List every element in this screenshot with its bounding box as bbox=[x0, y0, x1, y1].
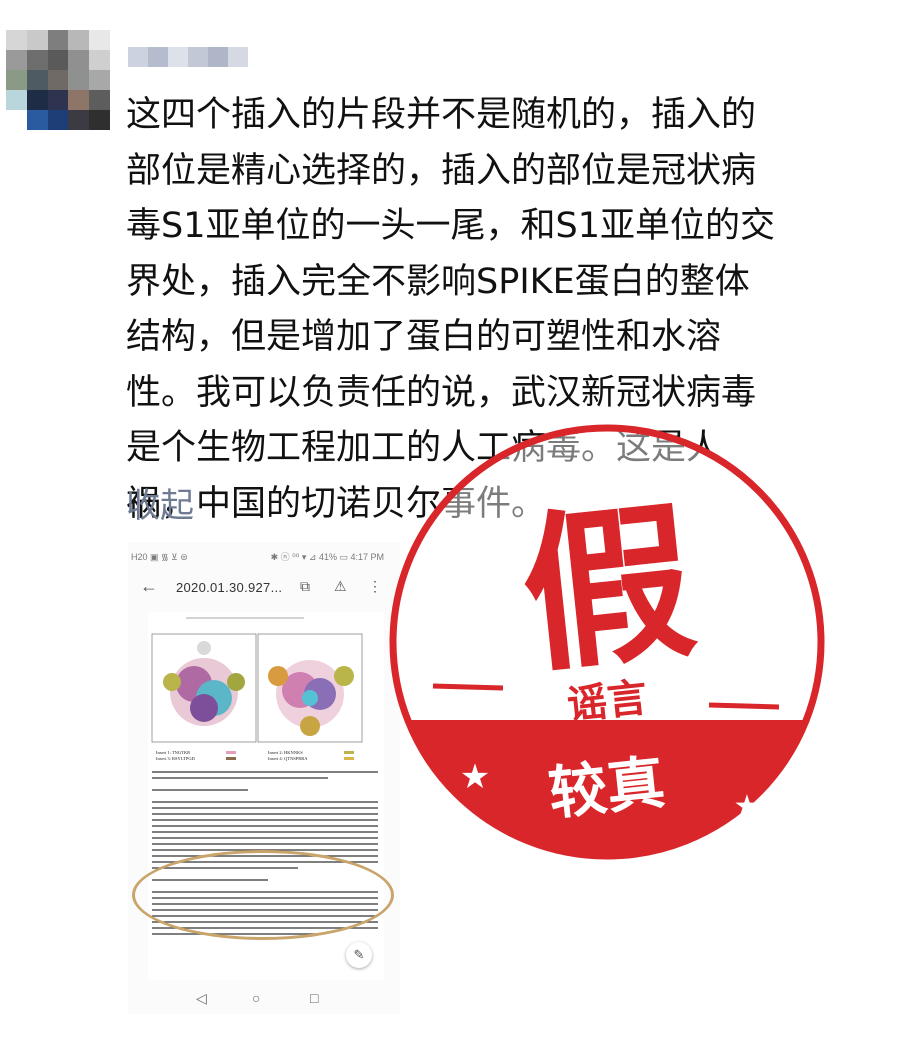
stamp-big-char: 假 bbox=[513, 483, 703, 698]
nav-back-icon[interactable]: ◁ bbox=[196, 990, 207, 1007]
star-right-icon: ★ bbox=[734, 789, 761, 824]
warning-icon[interactable]: ⚠ bbox=[334, 578, 347, 595]
star-left-icon: ★ bbox=[460, 757, 490, 797]
figure-caption: Insert 4: QTNSPRRA bbox=[268, 756, 308, 761]
stamp-label: 谣言 bbox=[565, 675, 649, 729]
post-line: 毒S1亚单位的一头一尾，和S1亚单位的交 bbox=[126, 206, 775, 246]
android-nav-bar: ◁ ○ □ bbox=[128, 982, 400, 1014]
post-line: 界处，插入完全不影响SPIKE蛋白的整体 bbox=[126, 261, 750, 302]
post-line: 这四个插入的片段并不是随机的，插入的 bbox=[126, 95, 757, 135]
status-left: H20 ▣ ᯾ ⊻ ⊜ bbox=[131, 552, 188, 562]
highlight-circle bbox=[132, 850, 394, 940]
stamp-brand: 较真 bbox=[546, 748, 668, 828]
pencil-icon[interactable]: ✎ bbox=[346, 942, 372, 968]
tabs-icon[interactable]: ⧉ bbox=[300, 578, 310, 595]
author-name[interactable] bbox=[128, 47, 248, 67]
back-arrow-icon[interactable]: ← bbox=[140, 576, 158, 597]
stamp-rule-left bbox=[432, 683, 504, 691]
nav-home-icon[interactable]: ○ bbox=[252, 990, 260, 1006]
stamp-rule-right bbox=[708, 702, 780, 710]
collapse-link[interactable]: 收起 bbox=[126, 478, 194, 527]
post-line: 部位是精心选择的，插入的部位是冠状病 bbox=[126, 150, 757, 191]
post-line: 结构，但是增加了蛋白的可塑性和水溶 bbox=[126, 317, 722, 357]
status-bar: H20 ▣ ᯾ ⊻ ⊜ ✱ ⓝ ⁰⁰ ▾ ⊿ 41% ▭ 4:17 PM bbox=[128, 550, 400, 566]
rumor-stamp: 假 谣言 较真 ★ ★ bbox=[385, 420, 830, 865]
figure-caption: Insert 2: HKNNKS bbox=[268, 750, 303, 755]
nav-recents-icon[interactable]: □ bbox=[310, 990, 318, 1006]
attached-screenshot[interactable]: H20 ▣ ᯾ ⊻ ⊜ ✱ ⓝ ⁰⁰ ▾ ⊿ 41% ▭ 4:17 PM ← 2… bbox=[128, 542, 400, 1014]
figure-caption: Insert 1: TNGTKR bbox=[156, 750, 190, 755]
status-right: ✱ ⓝ ⁰⁰ ▾ ⊿ 41% ▭ 4:17 PM bbox=[270, 552, 384, 562]
figure-caption: Insert 3: RSYLTPGD bbox=[156, 756, 196, 761]
browser-toolbar: ← 2020.01.30.927... ⧉ ⚠ ⋮ bbox=[128, 576, 400, 604]
url-text[interactable]: 2020.01.30.927... bbox=[176, 580, 282, 595]
post-line: 性。我可以负责任的说，武汉新冠状病毒 bbox=[126, 372, 757, 413]
more-menu-icon[interactable]: ⋮ bbox=[368, 578, 382, 595]
avatar[interactable] bbox=[6, 30, 110, 130]
